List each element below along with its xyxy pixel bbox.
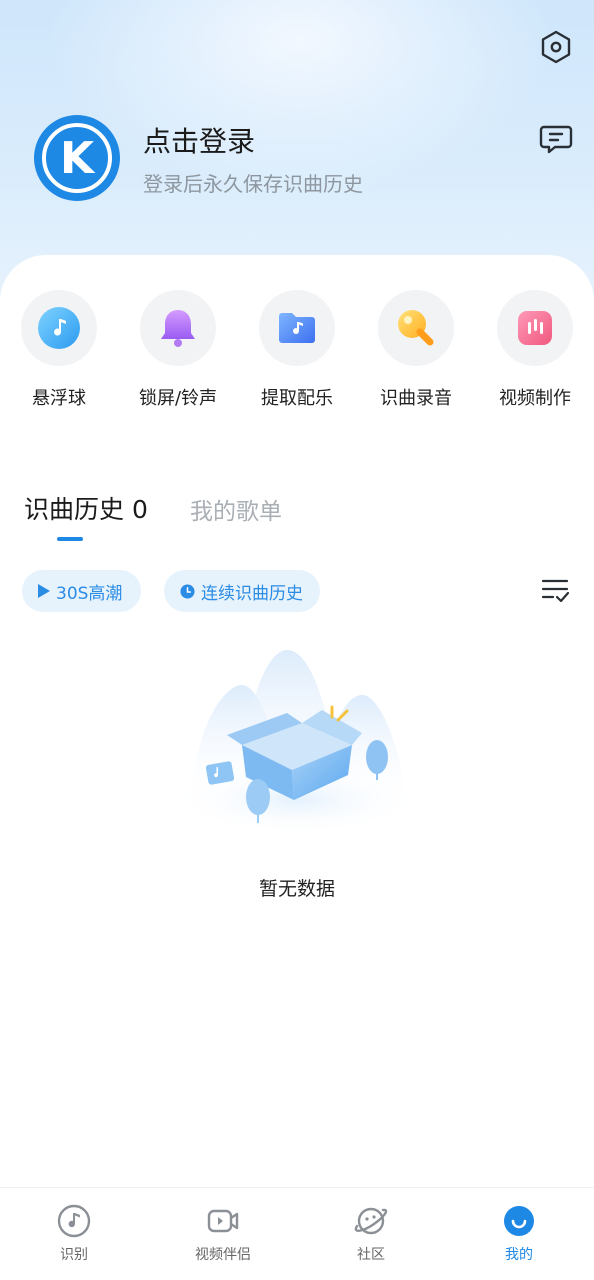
tab-history-label: 识曲历史 <box>24 495 125 524</box>
message-button[interactable] <box>538 121 574 157</box>
list-check-icon <box>541 579 570 603</box>
video-camera-icon <box>207 1209 239 1233</box>
nav-item-community[interactable]: 社区 <box>311 1204 431 1264</box>
chip-continuous-history[interactable]: 连续识曲历史 <box>164 570 320 612</box>
nav-label: 识别 <box>60 1247 88 1263</box>
tool-ringtone[interactable]: 锁屏/铃声 <box>119 290 237 410</box>
clock-icon <box>180 583 195 599</box>
empty-state-text: 暂无数据 <box>258 878 335 900</box>
tool-floating-ball[interactable]: 悬浮球 <box>0 290 118 410</box>
tool-label: 悬浮球 <box>32 388 86 409</box>
tab-playlist[interactable]: 我的歌单 <box>190 492 282 526</box>
tools-row: 悬浮球 锁屏/铃声 提取配乐 识曲录音 视频制作 <box>0 290 594 420</box>
tool-icon-circle <box>378 290 454 366</box>
nav-label: 视频伴侣 <box>195 1247 251 1263</box>
tab-history-count: 0 <box>131 495 148 524</box>
logo-letter: K <box>42 123 112 193</box>
video-make-icon <box>518 311 552 345</box>
nav-label: 社区 <box>357 1247 385 1263</box>
login-subtitle: 登录后永久保存识曲历史 <box>143 172 363 196</box>
tool-label: 视频制作 <box>499 388 571 409</box>
settings-hex-icon <box>541 30 571 64</box>
nav-item-recognize[interactable]: 识别 <box>14 1204 134 1264</box>
tool-label: 锁屏/铃声 <box>138 388 218 409</box>
tool-record[interactable]: 识曲录音 <box>357 290 475 410</box>
tool-video-make[interactable]: 视频制作 <box>476 290 594 410</box>
chip-history-label: 连续识曲历史 <box>201 583 303 604</box>
chip-play-label: 30S高潮 <box>56 583 123 604</box>
play-icon <box>38 584 50 598</box>
nav-item-video-companion[interactable]: 视频伴侣 <box>163 1204 283 1264</box>
music-note-icon <box>38 307 80 349</box>
tool-icon-circle <box>497 290 573 366</box>
tool-icon-circle <box>259 290 335 366</box>
tab-active-indicator <box>57 537 83 541</box>
empty-box-icon <box>172 650 422 835</box>
music-note-circle-icon <box>57 1204 91 1238</box>
tool-extract-music[interactable]: 提取配乐 <box>238 290 356 410</box>
smile-icon <box>504 1206 534 1236</box>
history-tabs: 识曲历史 0 我的歌单 <box>24 490 324 541</box>
bell-icon <box>161 310 195 347</box>
empty-state-illustration <box>172 645 430 845</box>
tool-icon-circle <box>21 290 97 366</box>
bottom-navigation: 识别 视频伴侣 社区 我的 <box>0 1187 594 1280</box>
planet-icon <box>354 1207 388 1235</box>
tool-label: 提取配乐 <box>261 388 333 409</box>
nav-label: 我的 <box>505 1247 533 1263</box>
chip-30s-chorus[interactable]: 30S高潮 <box>22 570 141 612</box>
music-folder-icon <box>279 313 315 343</box>
tool-label: 识曲录音 <box>380 388 452 409</box>
record-key-icon <box>398 310 434 346</box>
settings-button[interactable] <box>538 29 574 65</box>
login-title[interactable]: 点击登录 <box>143 120 255 160</box>
message-icon <box>539 125 573 154</box>
tab-history[interactable]: 识曲历史 0 <box>24 490 148 526</box>
avatar-logo[interactable]: K <box>34 115 120 201</box>
tool-icon-circle <box>140 290 216 366</box>
batch-select-button[interactable] <box>540 576 570 606</box>
nav-item-mine[interactable]: 我的 <box>459 1204 579 1264</box>
